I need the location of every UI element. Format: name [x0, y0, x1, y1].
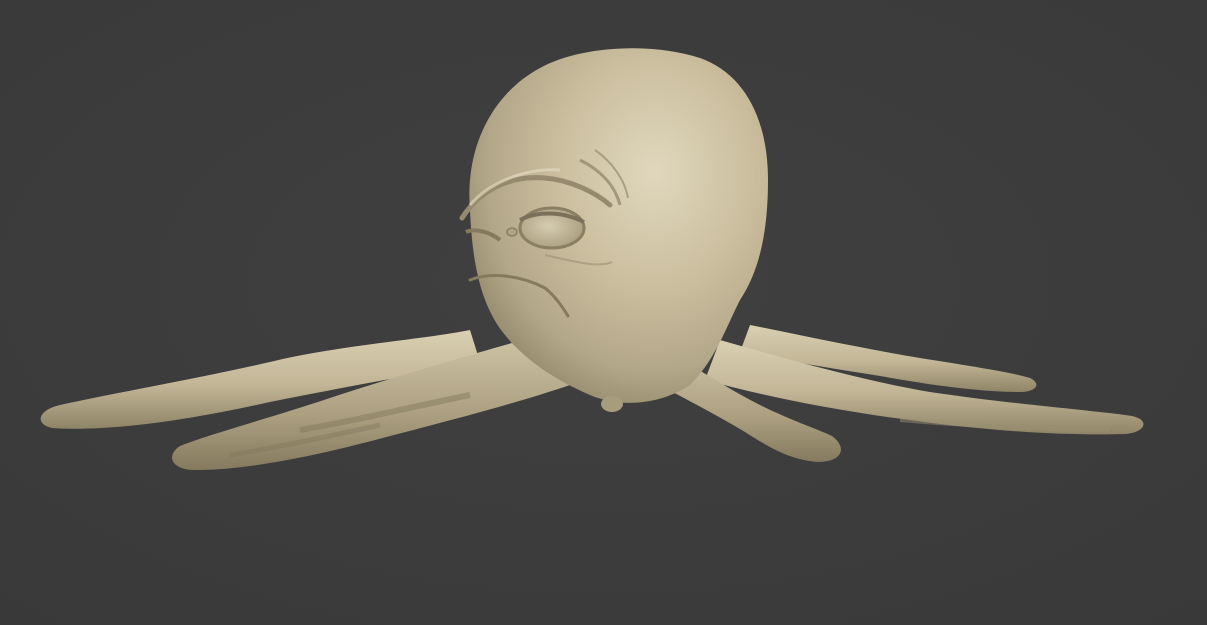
nostril — [506, 227, 518, 237]
viewport-canvas[interactable] — [0, 0, 1207, 625]
3d-viewport[interactable] — [0, 0, 1207, 625]
chin-nub — [601, 396, 623, 412]
